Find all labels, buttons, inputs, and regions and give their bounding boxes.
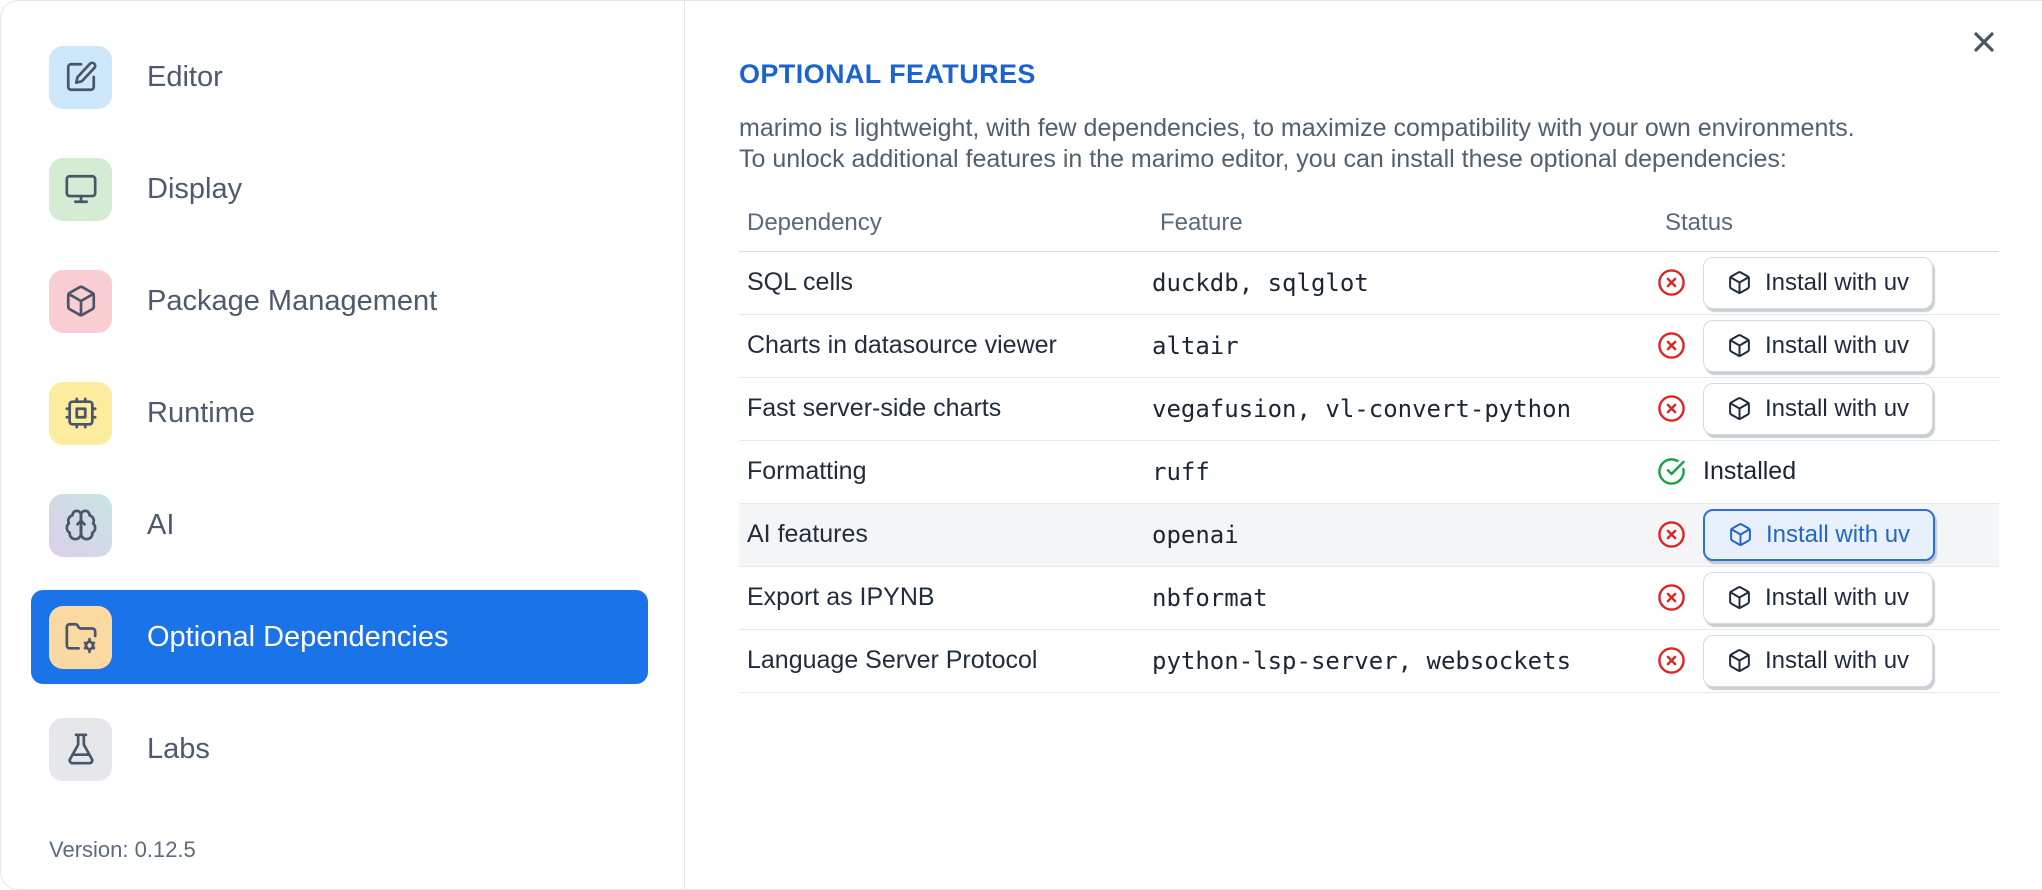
dependency-cell: Formatting [747, 457, 867, 486]
install-button-label: Install with uv [1766, 520, 1911, 548]
status-cell: Install with uv [1657, 630, 1999, 692]
folder-cog-icon [49, 605, 112, 669]
table-row-export-as-ipynb: Export as IPYNB nbformat Install with uv [739, 567, 1999, 630]
sidebar-item-label: Package Management [147, 284, 438, 317]
version-label: Version: 0.12.5 [49, 837, 196, 862]
not-installed-icon [1657, 583, 1686, 612]
install-with-uv-button[interactable]: Install with uv [1703, 319, 1934, 372]
install-button-label: Install with uv [1765, 646, 1910, 674]
sidebar-item-label: Runtime [147, 396, 255, 429]
install-with-uv-button[interactable]: Install with uv [1703, 256, 1934, 309]
install-with-uv-button[interactable]: Install with uv [1703, 508, 1936, 561]
table-body: SQL cells duckdb, sqlglot Install with u… [739, 252, 1999, 693]
package-box-icon [1727, 585, 1752, 610]
sidebar-item-label: AI [147, 508, 175, 541]
status-cell: Install with uv [1657, 378, 1999, 440]
sidebar-item-label: Labs [147, 732, 210, 765]
sidebar-item-editor[interactable]: Editor [31, 30, 648, 124]
table-row-formatting: Formatting ruff Installed [739, 441, 1999, 504]
table-row-sql-cells: SQL cells duckdb, sqlglot Install with u… [739, 252, 1999, 315]
sidebar-item-labs[interactable]: Labs [31, 702, 648, 796]
flask-icon [49, 717, 112, 781]
table-row-ai-features: AI features openai Install with uv [739, 503, 1999, 567]
sidebar-item-label: Optional Dependencies [147, 620, 449, 653]
dependency-cell: Export as IPYNB [747, 583, 935, 612]
status-cell: Install with uv [1657, 252, 1999, 314]
installed-icon [1657, 457, 1686, 486]
status-cell: Install with uv [1657, 315, 1999, 377]
feature-cell: vegafusion, vl-convert-python [1152, 394, 1572, 423]
dependency-cell: Language Server Protocol [747, 646, 1038, 675]
description-line-1: marimo is lightweight, with few dependen… [739, 113, 1855, 142]
dependency-cell: Fast server-side charts [747, 394, 1002, 423]
sidebar-item-optional-dependencies[interactable]: Optional Dependencies [31, 590, 648, 684]
square-pen-icon [49, 45, 112, 109]
sidebar-item-label: Editor [147, 60, 223, 93]
package-box-icon [1727, 333, 1752, 358]
install-button-label: Install with uv [1765, 394, 1910, 422]
table-header-row: Dependency Feature Status [739, 195, 1999, 252]
feature-cell: openai [1152, 520, 1239, 549]
description-text: marimo is lightweight, with few dependen… [739, 113, 2042, 175]
monitor-icon [49, 157, 112, 221]
feature-cell: ruff [1152, 457, 1210, 486]
settings-dialog: Editor Display Package Management Runtim… [0, 0, 2042, 890]
install-with-uv-button[interactable]: Install with uv [1703, 382, 1934, 435]
sidebar-item-runtime[interactable]: Runtime [31, 366, 648, 460]
sidebar-item-label: Display [147, 172, 243, 205]
sidebar-item-package-management[interactable]: Package Management [31, 254, 648, 348]
not-installed-icon [1657, 268, 1686, 297]
cpu-icon [49, 381, 112, 445]
not-installed-icon [1657, 520, 1686, 549]
settings-sidebar: Editor Display Package Management Runtim… [1, 1, 685, 889]
dependency-cell: Charts in datasource viewer [747, 331, 1057, 360]
feature-cell: python-lsp-server, websockets [1152, 646, 1572, 675]
feature-cell: altair [1152, 331, 1239, 360]
package-box-icon [1727, 270, 1752, 295]
sidebar-nav-list: Editor Display Package Management Runtim… [31, 30, 684, 796]
sidebar-item-display[interactable]: Display [31, 142, 648, 236]
page-title: OPTIONAL FEATURES [739, 59, 1036, 90]
header-dependency: Dependency [747, 208, 882, 236]
package-box-icon [1727, 396, 1752, 421]
install-with-uv-button[interactable]: Install with uv [1703, 634, 1934, 687]
not-installed-icon [1657, 646, 1686, 675]
feature-cell: duckdb, sqlglot [1152, 268, 1369, 297]
install-button-label: Install with uv [1765, 583, 1910, 611]
table-row-fast-server-side-charts: Fast server-side charts vegafusion, vl-c… [739, 378, 1999, 441]
package-icon [49, 269, 112, 333]
not-installed-icon [1657, 331, 1686, 360]
brain-icon [49, 493, 112, 557]
status-cell: Installed [1657, 452, 1999, 491]
install-button-label: Install with uv [1765, 331, 1910, 359]
installed-status-label: Installed [1703, 457, 1797, 486]
install-button-label: Install with uv [1765, 268, 1910, 296]
dependency-cell: AI features [747, 520, 868, 549]
dependencies-table: Dependency Feature Status SQL cells duck… [739, 195, 1999, 693]
description-line-2: To unlock additional features in the mar… [739, 144, 1787, 173]
sidebar-item-ai[interactable]: AI [31, 478, 648, 572]
not-installed-icon [1657, 394, 1686, 423]
package-box-icon [1728, 522, 1753, 547]
package-box-icon [1727, 648, 1752, 673]
table-row-language-server-protocol: Language Server Protocol python-lsp-serv… [739, 630, 1999, 693]
install-with-uv-button[interactable]: Install with uv [1703, 571, 1934, 624]
status-cell: Install with uv [1657, 504, 1999, 566]
close-icon[interactable] [1966, 25, 2002, 61]
table-row-charts-in-datasource-viewer: Charts in datasource viewer altair Insta… [739, 315, 1999, 378]
feature-cell: nbformat [1152, 583, 1268, 612]
header-feature: Feature [1160, 208, 1243, 236]
dependency-cell: SQL cells [747, 268, 854, 297]
optional-features-panel: OPTIONAL FEATURES marimo is lightweight,… [685, 1, 2042, 889]
header-status: Status [1665, 208, 1734, 236]
status-cell: Install with uv [1657, 567, 1999, 629]
